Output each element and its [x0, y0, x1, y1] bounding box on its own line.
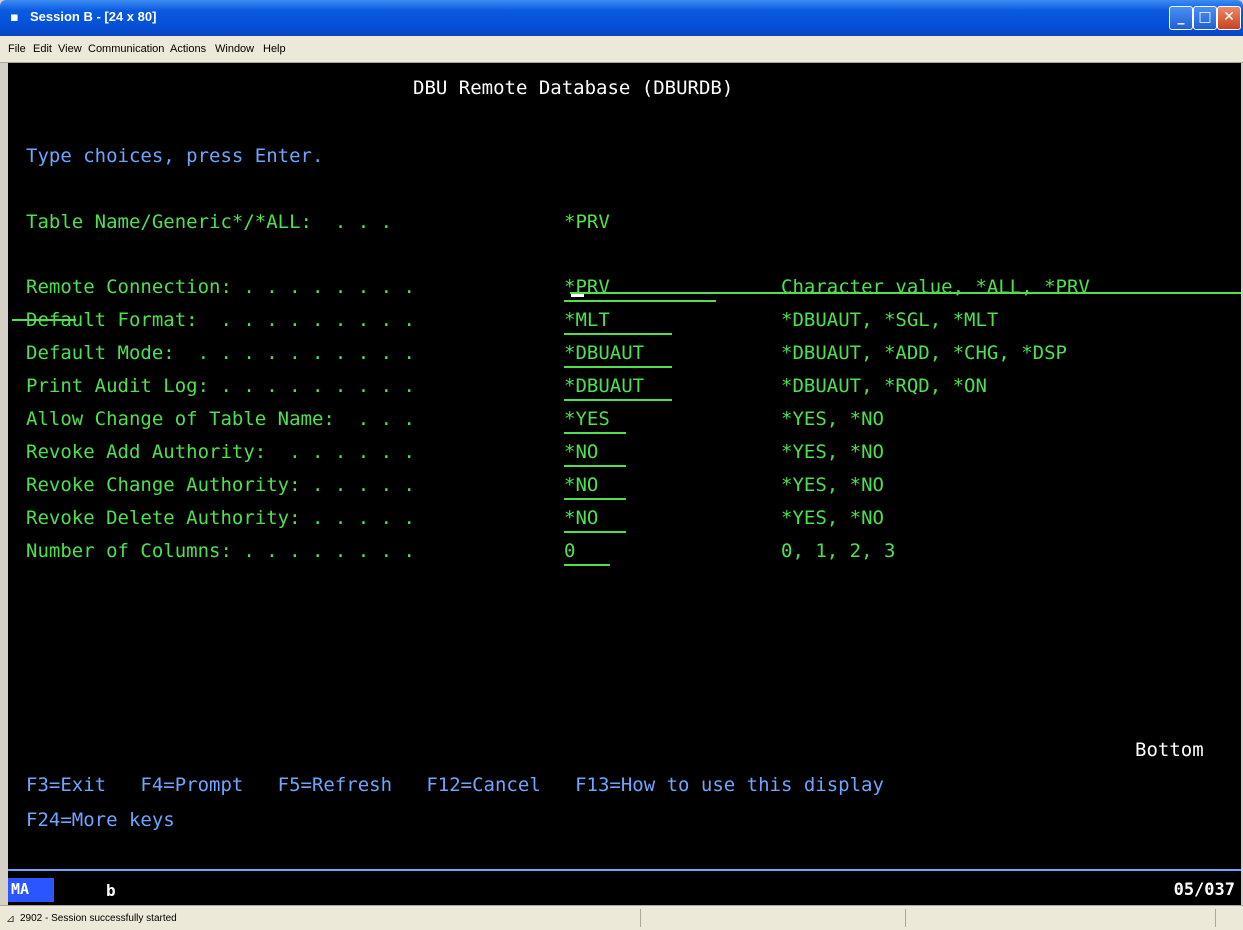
close-icon: ✕ — [1223, 9, 1235, 25]
instruction-text: Type choices, press Enter. — [26, 145, 324, 167]
function-keys-line-2[interactable]: F24=More keys — [26, 807, 175, 833]
menu-view[interactable]: View — [58, 43, 82, 55]
title-bar[interactable]: ▪ Session B - [24 x 80] _ □ ✕ — [0, 0, 1243, 36]
field-label-allow-change-table-name: Allow Change of Table Name: . . . — [26, 408, 415, 430]
revoke-delete-authority-input[interactable]: *NO — [564, 505, 626, 533]
status-separator — [905, 909, 906, 927]
terminal-window: ▪ Session B - [24 x 80] _ □ ✕ File Edit … — [0, 0, 1243, 930]
session-mode-indicator: b — [106, 881, 116, 900]
field-help-default-format: *DBUAUT, *SGL, *MLT — [781, 309, 999, 331]
field-label-remote-connection: Remote Connection: . . . . . . . . — [26, 276, 415, 298]
message-indicator: MA — [8, 878, 54, 902]
field-help-revoke-delete-authority: *YES, *NO — [781, 507, 884, 529]
close-button[interactable]: ✕ — [1217, 6, 1241, 30]
field-label-print-audit-log: Print Audit Log: . . . . . . . . . — [26, 375, 415, 397]
field-help-revoke-change-authority: *YES, *NO — [781, 474, 884, 496]
cursor-position: 05/037 — [1173, 880, 1235, 900]
menu-communication[interactable]: Communication — [88, 43, 164, 55]
bottom-indicator: Bottom — [1135, 739, 1204, 761]
status-separator — [1215, 909, 1216, 927]
menu-help[interactable]: Help — [263, 43, 286, 55]
field-help-print-audit-log: *DBUAUT, *RQD, *ON — [781, 375, 987, 397]
field-label-revoke-delete-authority: Revoke Delete Authority: . . . . . — [26, 507, 415, 529]
connection-status-icon: ⊿ — [6, 912, 16, 925]
revoke-change-authority-input[interactable]: *NO — [564, 472, 626, 500]
maximize-icon: □ — [1198, 9, 1212, 25]
field-label-revoke-change-authority: Revoke Change Authority: . . . . . — [26, 474, 415, 496]
default-format-input[interactable]: *MLT — [564, 307, 672, 335]
menu-actions[interactable]: Actions — [170, 43, 206, 55]
status-bar: ⊿ 2902 - Session successfully started — [0, 905, 1243, 930]
screen-title: DBU Remote Database (DBURDB) — [413, 77, 734, 99]
minimize-icon: _ — [1177, 9, 1185, 25]
default-mode-input[interactable]: *DBUAUT — [564, 340, 672, 368]
field-help-default-mode: *DBUAUT, *ADD, *CHG, *DSP — [781, 342, 1067, 364]
field-label-number-of-columns: Number of Columns: . . . . . . . . — [26, 540, 415, 562]
menu-edit[interactable]: Edit — [33, 43, 52, 55]
table-name-input[interactable]: *PRV — [564, 209, 610, 235]
field-label-default-format: Default Format: . . . . . . . . . — [26, 309, 415, 331]
status-message: 2902 - Session successfully started — [20, 913, 177, 924]
operator-information-area: MA b 05/037 — [8, 869, 1241, 907]
number-of-columns-input[interactable]: 0 — [564, 538, 610, 566]
terminal-screen[interactable]: DBU Remote Database (DBURDB) Type choice… — [8, 63, 1241, 869]
allow-change-table-name-input[interactable]: *YES — [564, 406, 626, 434]
remote-connection-input[interactable]: *PRV — [564, 274, 716, 302]
window-title: Session B - [24 x 80] — [30, 9, 157, 24]
field-label-revoke-add-authority: Revoke Add Authority: . . . . . . — [26, 441, 415, 463]
field-help-revoke-add-authority: *YES, *NO — [781, 441, 884, 463]
menu-window[interactable]: Window — [215, 43, 254, 55]
table-name-label: Table Name/Generic*/*ALL: . . . — [26, 211, 393, 233]
revoke-add-authority-input[interactable]: *NO — [564, 439, 626, 467]
print-audit-log-input[interactable]: *DBUAUT — [564, 373, 672, 401]
terminal-session-icon: ▪ — [10, 10, 19, 25]
field-help-allow-change-table-name: *YES, *NO — [781, 408, 884, 430]
field-help-number-of-columns: 0, 1, 2, 3 — [781, 540, 896, 562]
maximize-button[interactable]: □ — [1193, 6, 1217, 30]
menu-file[interactable]: File — [8, 43, 26, 55]
minimize-button[interactable]: _ — [1169, 6, 1193, 30]
menu-bar: File Edit View Communication Actions Win… — [0, 36, 1243, 63]
field-help-remote-connection: Character value, *ALL, *PRV — [781, 276, 1090, 298]
field-label-default-mode: Default Mode: . . . . . . . . . . — [26, 342, 415, 364]
status-separator — [640, 909, 641, 927]
function-keys-line-1[interactable]: F3=Exit F4=Prompt F5=Refresh F12=Cancel … — [26, 772, 884, 798]
